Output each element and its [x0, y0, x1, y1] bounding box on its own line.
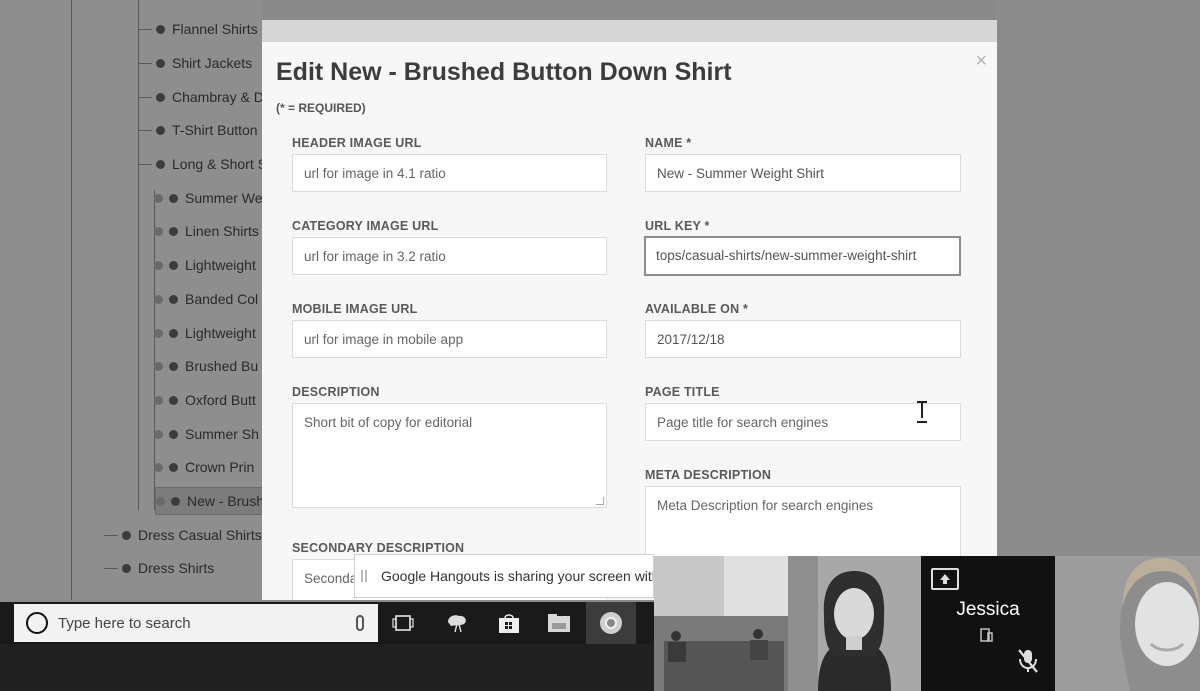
- video-tile-presenter[interactable]: Jessica: [921, 556, 1055, 691]
- tree-item[interactable]: Banded Col: [154, 288, 258, 310]
- bullet-icon: [156, 92, 165, 102]
- required-note: (* = REQUIRED): [276, 101, 366, 115]
- tree-item[interactable]: Shirt Jackets: [138, 52, 252, 74]
- url-key-label: URL KEY *: [645, 219, 710, 233]
- resize-handle-icon[interactable]: [596, 497, 604, 505]
- edit-category-modal: Edit New - Brushed Button Down Shirt × (…: [262, 20, 997, 600]
- header-image-url-input[interactable]: url for image in 4.1 ratio: [292, 154, 607, 192]
- bullet-icon: [169, 328, 178, 338]
- bullet-icon: [169, 429, 178, 439]
- bullet-icon: [154, 193, 163, 203]
- tree-item[interactable]: Oxford Butt: [154, 389, 256, 411]
- bullet-icon: [169, 462, 178, 472]
- app-icon[interactable]: [444, 610, 470, 636]
- bullet-icon: [169, 361, 178, 371]
- name-input[interactable]: New - Summer Weight Shirt: [645, 154, 961, 192]
- page-title-input[interactable]: Page title for search engines: [645, 403, 961, 441]
- category-tree: Flannel Shirts Shirt Jackets Chambray & …: [0, 0, 262, 600]
- tree-item[interactable]: Crown Prin: [154, 456, 254, 478]
- meta-description-label: META DESCRIPTION: [645, 468, 772, 482]
- bullet-icon: [122, 563, 131, 573]
- tree-item[interactable]: Lightweight: [154, 322, 256, 344]
- tree-item[interactable]: Dress Shirts: [104, 557, 214, 579]
- mobile-image-label: MOBILE IMAGE URL: [292, 302, 418, 316]
- bullet-icon: [154, 361, 163, 371]
- screen-share-text: Google Hangouts is sharing your screen w…: [381, 568, 653, 584]
- bullet-icon: [169, 226, 178, 236]
- bullet-icon: [169, 395, 178, 405]
- url-key-input[interactable]: tops/casual-shirts/new-summer-weight-shi…: [644, 236, 961, 276]
- tree-item[interactable]: Summer Sh: [154, 423, 259, 445]
- tree-item[interactable]: Brushed Bu: [154, 355, 258, 377]
- modal-title: Edit New - Brushed Button Down Shirt: [276, 58, 732, 86]
- modal-backdrop: [997, 0, 1200, 600]
- tree-item[interactable]: Linen Shirts: [154, 220, 259, 242]
- microphone-icon[interactable]: [356, 615, 364, 631]
- bullet-icon: [156, 496, 165, 506]
- presenter-name: Jessica: [956, 599, 1020, 620]
- bullet-icon: [170, 496, 180, 506]
- category-image-url-input[interactable]: url for image in 3.2 ratio: [292, 237, 607, 275]
- bullet-icon: [169, 294, 178, 304]
- cortana-icon: [26, 612, 48, 634]
- bullet-icon: [154, 395, 163, 405]
- bullet-icon: [156, 24, 165, 34]
- bullet-icon: [122, 530, 131, 540]
- chrome-icon[interactable]: [598, 610, 624, 636]
- available-on-date-input[interactable]: 2017/12/18: [645, 320, 961, 358]
- bullet-icon: [156, 125, 165, 135]
- screen-share-banner: Google Hangouts is sharing your screen w…: [354, 554, 654, 598]
- file-explorer-icon[interactable]: [546, 610, 572, 636]
- bullet-icon: [169, 260, 178, 270]
- name-label: NAME *: [645, 136, 692, 150]
- bullet-icon: [156, 159, 165, 169]
- category-image-label: CATEGORY IMAGE URL: [292, 219, 439, 233]
- bullet-icon: [169, 193, 178, 203]
- text-cursor-icon: [915, 400, 929, 423]
- taskbar-search-placeholder: Type here to search: [58, 614, 191, 632]
- mobile-image-url-input[interactable]: url for image in mobile app: [292, 320, 607, 358]
- desktop-strip: [0, 644, 660, 691]
- available-on-label: AVAILABLE ON *: [645, 302, 749, 316]
- video-tile-participant[interactable]: [788, 556, 921, 691]
- description-label: DESCRIPTION: [292, 385, 380, 399]
- room-icon: [979, 628, 993, 642]
- tree-item[interactable]: Dress Casual Shirts: [104, 524, 262, 546]
- video-tile-self[interactable]: [1055, 556, 1200, 691]
- tree-item[interactable]: T-Shirt Button: [138, 119, 258, 141]
- bullet-icon: [154, 462, 163, 472]
- tree-item[interactable]: Lightweight: [154, 254, 256, 276]
- video-tile-room[interactable]: [654, 556, 788, 691]
- store-icon[interactable]: [496, 610, 522, 636]
- tree-item[interactable]: Flannel Shirts: [138, 18, 258, 40]
- microphone-muted-icon: [1017, 648, 1039, 680]
- tree-item[interactable]: Summer We: [154, 187, 262, 209]
- description-textarea[interactable]: Short bit of copy for editorial: [292, 403, 607, 508]
- close-icon[interactable]: ×: [975, 50, 987, 73]
- page-title-label: PAGE TITLE: [645, 385, 720, 399]
- windows-taskbar: Type here to search: [0, 602, 660, 644]
- drag-handle-icon[interactable]: [361, 570, 367, 582]
- bullet-icon: [154, 260, 163, 270]
- bullet-icon: [154, 429, 163, 439]
- tree-item[interactable]: Chambray & D: [138, 86, 262, 108]
- secondary-description-label: SECONDARY DESCRIPTION: [292, 541, 465, 555]
- header-image-label: HEADER IMAGE URL: [292, 136, 422, 150]
- present-screen-icon[interactable]: [931, 568, 959, 590]
- bullet-icon: [154, 226, 163, 236]
- task-view-icon[interactable]: [390, 610, 416, 636]
- tree-item[interactable]: Long & Short S: [138, 153, 262, 175]
- bullet-icon: [154, 328, 163, 338]
- bullet-icon: [154, 294, 163, 304]
- tree-item-selected[interactable]: New - Brush: [155, 487, 262, 515]
- taskbar-search-box[interactable]: Type here to search: [14, 604, 378, 642]
- bullet-icon: [156, 58, 165, 68]
